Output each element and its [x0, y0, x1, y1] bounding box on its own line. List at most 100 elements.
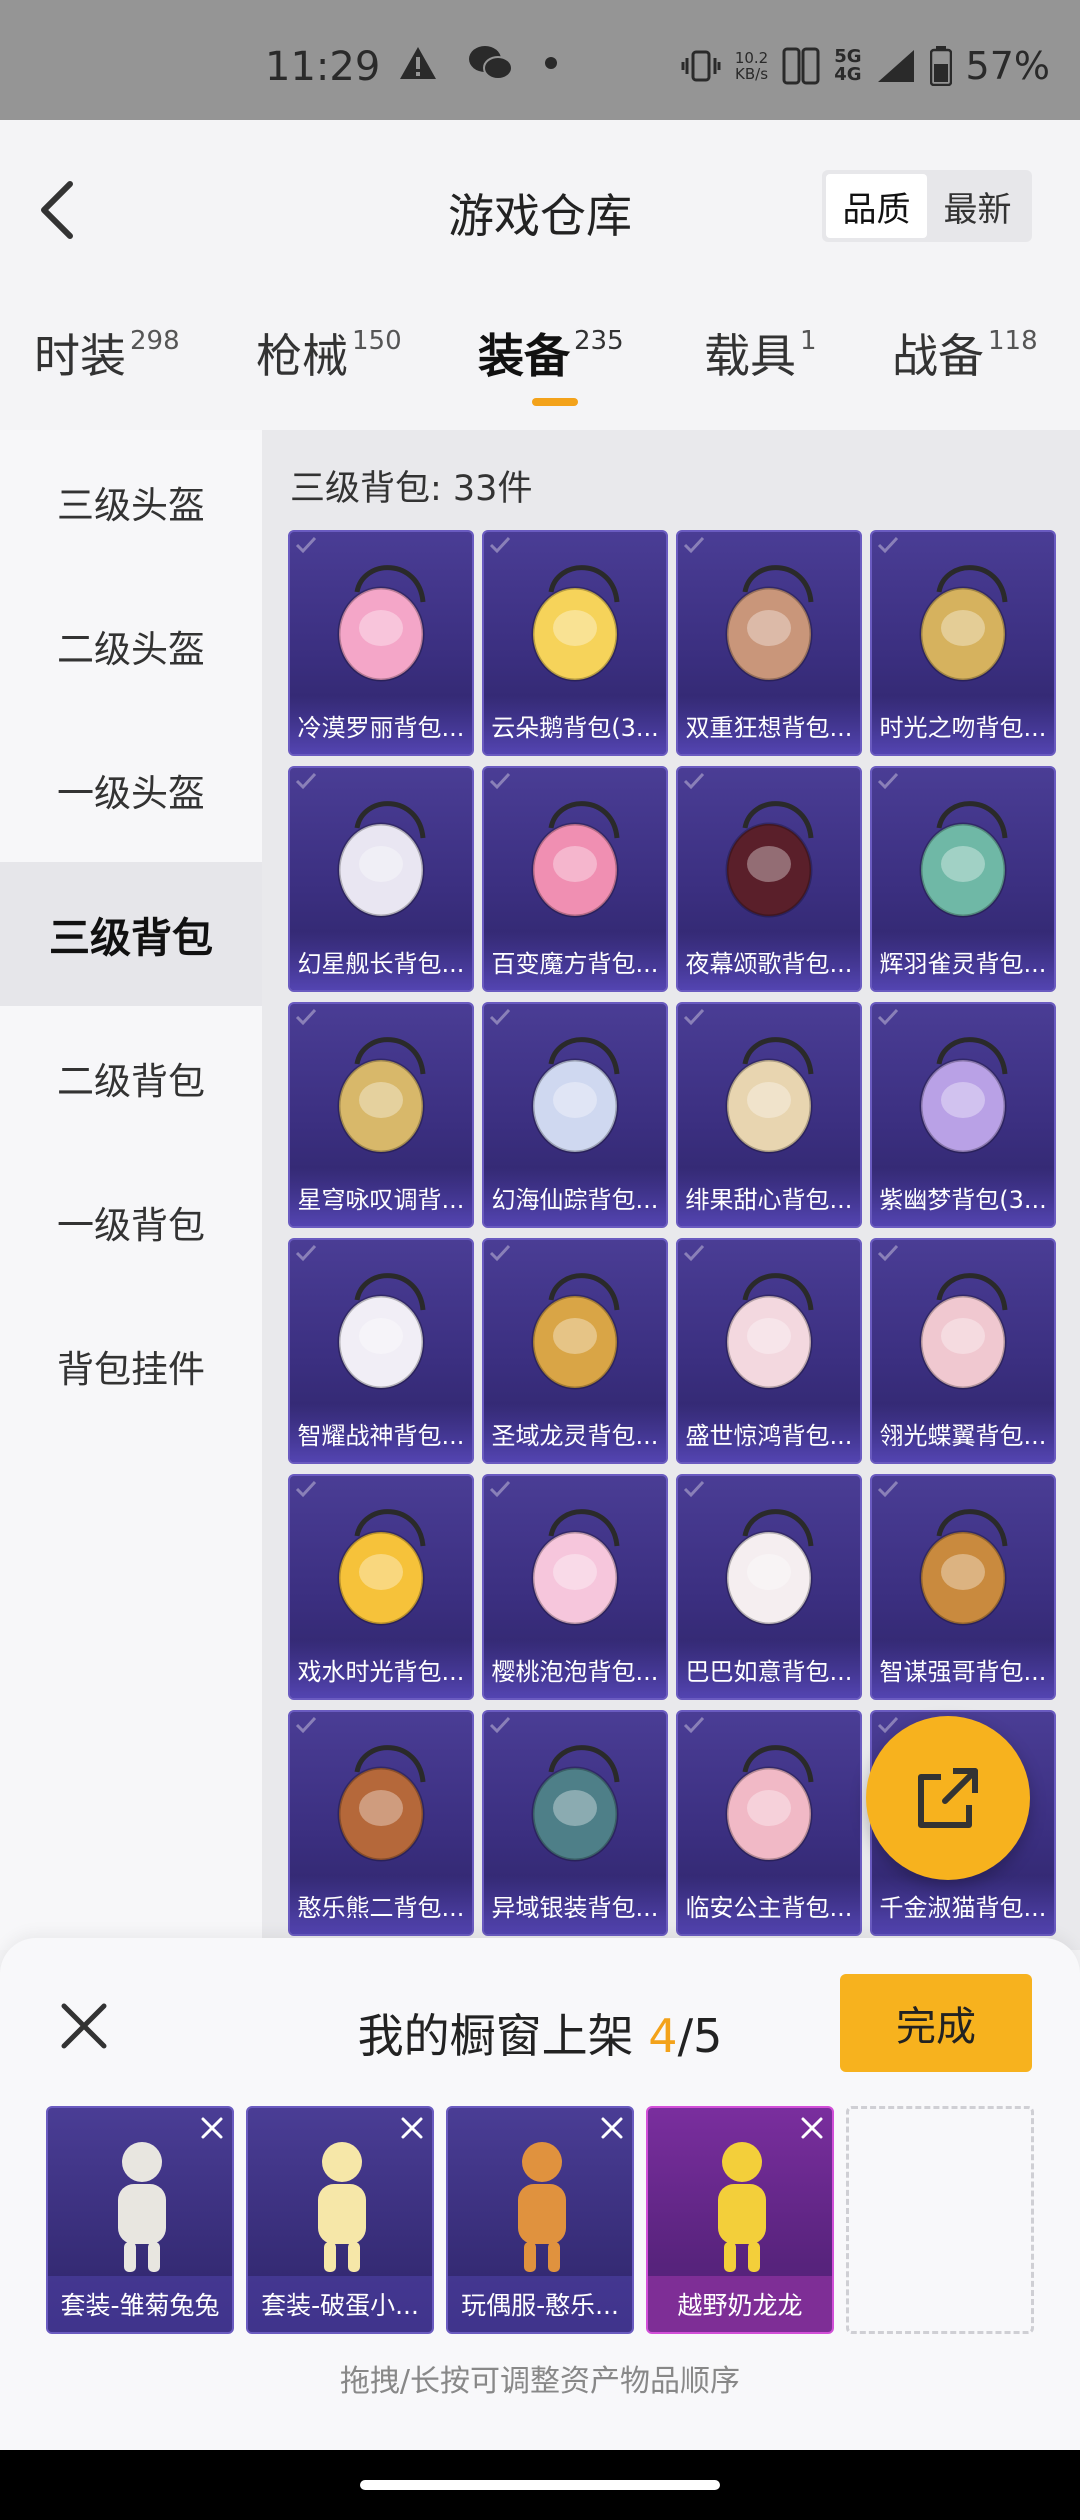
tab-weapons[interactable]: 枪械 150 — [256, 320, 402, 386]
backpack-card[interactable]: 幻星舰长背包... — [288, 766, 474, 992]
backpack-card[interactable]: 幻海仙踪背包... — [482, 1002, 668, 1228]
check-mark-icon — [489, 1244, 511, 1262]
vibrate-icon — [681, 50, 721, 82]
fawn-backpack-icon — [725, 565, 814, 682]
backpack-name: 冷漠罗丽背包... — [290, 696, 472, 754]
backpack-name: 绯果甜心背包... — [678, 1168, 860, 1226]
backpack-card[interactable]: 巴巴如意背包... — [676, 1474, 862, 1700]
lotus-backpack-icon — [919, 1037, 1008, 1154]
backpack-name: 盛世惊鸿背包... — [678, 1404, 860, 1462]
showcase-slot[interactable]: 套装-破蛋小... — [246, 2106, 434, 2334]
backpack-card[interactable]: 樱桃泡泡背包... — [482, 1474, 668, 1700]
backpack-card[interactable]: 星穹咏叹调背... — [288, 1002, 474, 1228]
monkey-backpack-icon — [919, 1509, 1008, 1626]
backpack-name: 星穹咏叹调背... — [290, 1168, 472, 1226]
subcategory-sidebar: 三级头盔 二级头盔 一级头盔 三级背包 二级背包 一级背包 背包挂件 — [0, 430, 262, 1950]
check-mark-icon — [295, 1008, 317, 1026]
sidebar-item-backpack-3[interactable]: 三级背包 — [0, 862, 262, 1006]
showcase-item-name: 套装-破蛋小... — [248, 2276, 432, 2332]
feather-backpack-icon — [725, 1273, 814, 1390]
backpack-name: 辉羽雀灵背包... — [872, 932, 1054, 990]
backpack-card[interactable]: 异域银装背包... — [482, 1710, 668, 1936]
backpack-card[interactable]: 云朵鹅背包(3... — [482, 530, 668, 756]
backpack-name: 异域银装背包... — [484, 1876, 666, 1934]
dragon-backpack-icon — [531, 1273, 620, 1390]
backpack-name: 智耀战神背包... — [290, 1404, 472, 1462]
backpack-card[interactable]: 辉羽雀灵背包... — [870, 766, 1056, 992]
backpack-name: 夜幕颂歌背包... — [678, 932, 860, 990]
check-mark-icon — [489, 1008, 511, 1026]
done-button[interactable]: 完成 — [840, 1974, 1032, 2072]
sidebar-item-helmet-2[interactable]: 二级头盔 — [0, 574, 262, 718]
battery-icon — [929, 46, 952, 86]
active-tab-indicator — [532, 398, 578, 406]
status-bar: 11:29 10.2 KB/s 5G 4G 57% — [0, 0, 1080, 120]
duck-backpack-icon — [531, 565, 620, 682]
backpack-name: 云朵鹅背包(3... — [484, 696, 666, 754]
backpack-card[interactable]: 戏水时光背包... — [288, 1474, 474, 1700]
backpack-name: 百变魔方背包... — [484, 932, 666, 990]
armor-backpack-icon — [337, 1273, 426, 1390]
bear-costume-icon — [518, 2142, 566, 2272]
check-mark-icon — [877, 1008, 899, 1026]
backpack-card[interactable]: 绯果甜心背包... — [676, 1002, 862, 1228]
status-time: 11:29 — [265, 44, 381, 90]
reorder-hint: 拖拽/长按可调整资产物品顺序 — [339, 2364, 741, 2399]
share-fab-button[interactable] — [866, 1716, 1030, 1880]
backpack-card[interactable]: 盛世惊鸿背包... — [676, 1238, 862, 1464]
showcase-slot[interactable]: 越野奶龙龙 — [646, 2106, 834, 2334]
cat-backpack-icon — [725, 1509, 814, 1626]
sidebar-item-backpack-1[interactable]: 一级背包 — [0, 1150, 262, 1294]
check-mark-icon — [683, 1244, 705, 1262]
sidebar-item-backpack-2[interactable]: 二级背包 — [0, 1006, 262, 1150]
check-mark-icon — [683, 1480, 705, 1498]
sort-newest-option[interactable]: 最新 — [927, 174, 1028, 238]
backpack-card[interactable]: 圣域龙灵背包... — [482, 1238, 668, 1464]
check-mark-icon — [295, 536, 317, 554]
backpack-card[interactable]: 双重狂想背包... — [676, 530, 862, 756]
section-label: 三级背包: 33件 — [290, 469, 533, 509]
bird-backpack-icon — [919, 801, 1008, 918]
backpack-card[interactable]: 临安公主背包... — [676, 1710, 862, 1936]
backpack-name: 憨乐熊二背包... — [290, 1876, 472, 1934]
lantern-backpack-icon — [725, 1745, 814, 1862]
sort-toggle[interactable]: 品质 最新 — [822, 170, 1032, 242]
tab-vehicles[interactable]: 载具 1 — [704, 320, 817, 386]
backpack-card[interactable]: 智谋强哥背包... — [870, 1474, 1056, 1700]
status-right: 10.2 KB/s 5G 4G 57% — [681, 44, 1050, 88]
clown-backpack-icon — [725, 1037, 814, 1154]
butterfly-heart-backpack-icon — [919, 1273, 1008, 1390]
backpack-card[interactable]: 百变魔方背包... — [482, 766, 668, 992]
backpack-card[interactable]: 翎光蝶翼背包... — [870, 1238, 1056, 1464]
dark-rose-backpack-icon — [725, 801, 814, 918]
backpack-name: 紫幽梦背包(3... — [872, 1168, 1054, 1226]
backpack-card[interactable]: 憨乐熊二背包... — [288, 1710, 474, 1936]
heart-backpack-icon — [337, 565, 426, 682]
backpack-card[interactable]: 时光之吻背包... — [870, 530, 1056, 756]
net-speed: 10.2 KB/s — [734, 49, 769, 83]
backpack-name: 时光之吻背包... — [872, 696, 1054, 754]
home-gesture-bar[interactable] — [360, 2480, 720, 2490]
check-mark-icon — [877, 1244, 899, 1262]
tab-supplies[interactable]: 战备 118 — [892, 320, 1038, 386]
sort-quality-option[interactable]: 品质 — [826, 174, 927, 238]
sidebar-item-backpack-charm[interactable]: 背包挂件 — [0, 1294, 262, 1438]
backpack-name: 巴巴如意背包... — [678, 1640, 860, 1698]
backpack-card[interactable]: 夜幕颂歌背包... — [676, 766, 862, 992]
harp-backpack-icon — [337, 1037, 426, 1154]
backpack-card[interactable]: 冷漠罗丽背包... — [288, 530, 474, 756]
empty-slot[interactable] — [846, 2106, 1034, 2334]
check-mark-icon — [877, 1480, 899, 1498]
sidebar-item-helmet-1[interactable]: 一级头盔 — [0, 718, 262, 862]
share-export-icon — [918, 1768, 978, 1828]
tab-equipment[interactable]: 装备 235 — [478, 320, 624, 386]
warning-icon — [400, 47, 436, 79]
sidebar-item-helmet-3[interactable]: 三级头盔 — [0, 430, 262, 574]
backpack-card[interactable]: 智耀战神背包... — [288, 1238, 474, 1464]
showcase-slot[interactable]: 套装-雏菊兔兔 — [46, 2106, 234, 2334]
showcase-slots: 套装-雏菊兔兔 套装-破蛋小... 玩偶服-憨乐... 越野奶龙龙 — [46, 2106, 1046, 2336]
showcase-slot[interactable]: 玩偶服-憨乐... — [446, 2106, 634, 2334]
backpack-card[interactable]: 紫幽梦背包(3... — [870, 1002, 1056, 1228]
check-mark-icon — [877, 772, 899, 790]
tab-fashion[interactable]: 时装 298 — [34, 320, 180, 386]
